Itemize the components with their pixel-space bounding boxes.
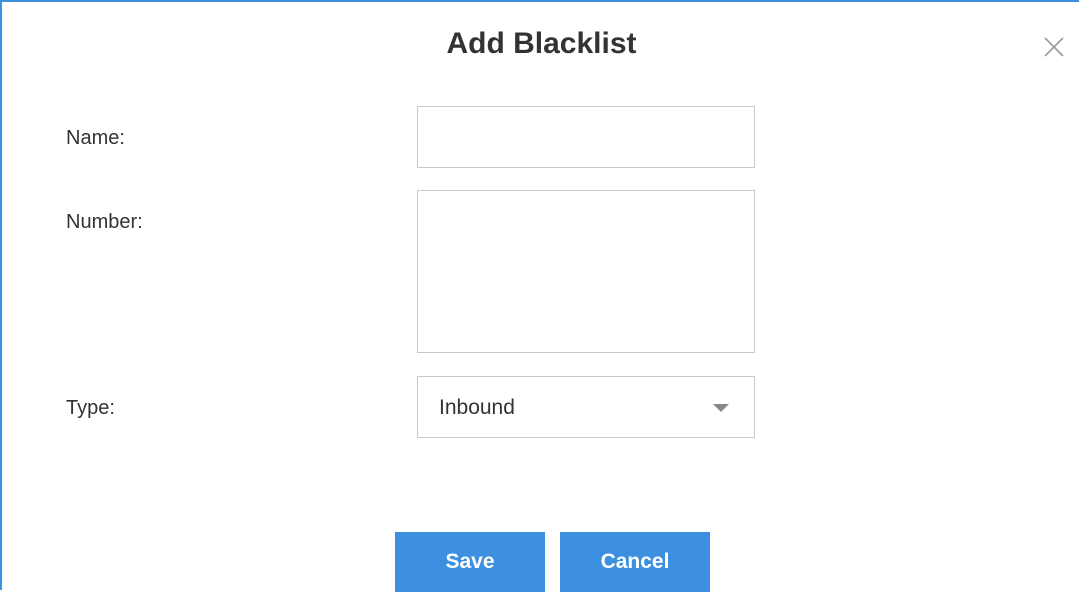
dialog-title: Add Blacklist [446, 27, 637, 60]
type-select[interactable]: Inbound [417, 376, 755, 438]
type-selected-value: Inbound [439, 396, 515, 419]
cancel-button[interactable]: Cancel [560, 532, 710, 592]
name-label: Name: [66, 127, 125, 149]
number-label: Number: [66, 211, 143, 233]
number-textarea[interactable] [417, 190, 755, 353]
caret-down-icon [713, 404, 729, 412]
type-label: Type: [66, 397, 115, 419]
name-input[interactable] [417, 106, 755, 168]
add-blacklist-dialog: Add Blacklist Name: Number: Type: Inboun… [0, 0, 1079, 592]
close-icon[interactable] [1043, 36, 1065, 58]
save-button[interactable]: Save [395, 532, 545, 592]
